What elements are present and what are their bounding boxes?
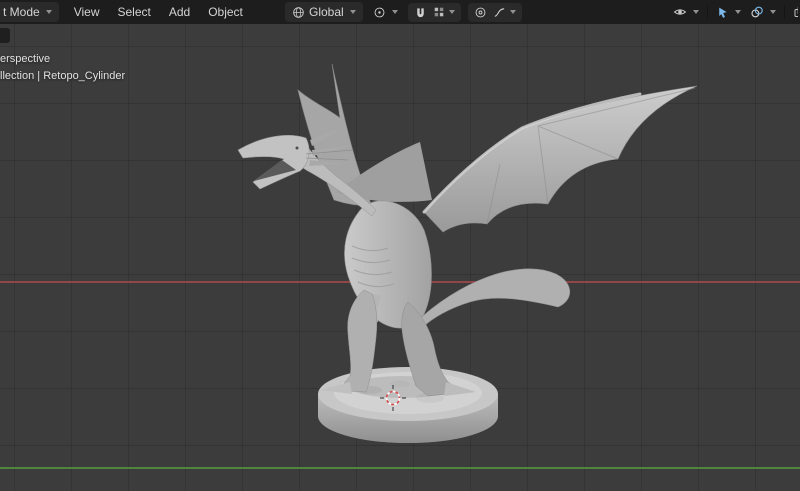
transform-orientation-dropdown[interactable]: Global bbox=[285, 2, 363, 22]
mode-dropdown[interactable]: t Mode bbox=[0, 2, 59, 22]
chevron-down-icon bbox=[735, 10, 741, 14]
pivot-point-icon bbox=[373, 6, 386, 19]
menu-select[interactable]: Select bbox=[108, 2, 159, 22]
dragon-right-wing bbox=[424, 86, 697, 232]
overlays-icon bbox=[750, 5, 764, 19]
header-left-group: t Mode View Select Add Object bbox=[0, 0, 252, 24]
snap-target-icon bbox=[433, 6, 445, 18]
snap-target-dropdown[interactable] bbox=[433, 6, 455, 18]
menu-add[interactable]: Add bbox=[160, 2, 199, 22]
chevron-down-icon bbox=[46, 10, 52, 14]
menu-view[interactable]: View bbox=[65, 2, 109, 22]
divider bbox=[707, 5, 708, 19]
chevron-down-icon bbox=[510, 10, 516, 14]
header-center-group: Global bbox=[285, 0, 522, 24]
menu-object[interactable]: Object bbox=[199, 2, 252, 22]
viewport-header: t Mode View Select Add Object Global bbox=[0, 0, 800, 24]
divider bbox=[784, 5, 785, 19]
dragon-tail bbox=[414, 269, 570, 328]
xray-toggle-icon bbox=[793, 5, 798, 19]
orientation-label: Global bbox=[309, 5, 344, 19]
chevron-down-icon bbox=[693, 10, 699, 14]
dragon-model[interactable] bbox=[238, 64, 697, 396]
pivot-point-dropdown[interactable] bbox=[370, 3, 401, 22]
scene-svg bbox=[0, 24, 800, 491]
proportional-editing-icon bbox=[474, 6, 487, 19]
falloff-curve-icon bbox=[493, 6, 506, 19]
object-visibility-eye-icon bbox=[673, 5, 687, 19]
pedestal-base[interactable] bbox=[318, 367, 498, 443]
chevron-down-icon bbox=[449, 10, 455, 14]
mode-dropdown-label: t Mode bbox=[3, 5, 40, 19]
chevron-down-icon bbox=[770, 10, 776, 14]
gizmo-arrow-icon bbox=[716, 6, 729, 19]
orientation-globe-icon bbox=[292, 6, 305, 19]
snap-toggle[interactable] bbox=[414, 6, 427, 19]
show-gizmos-toggle[interactable] bbox=[713, 3, 744, 22]
proportional-group bbox=[468, 3, 522, 22]
proportional-editing-toggle[interactable] bbox=[474, 6, 487, 19]
header-right-group bbox=[670, 0, 798, 24]
menubar: View Select Add Object bbox=[65, 2, 252, 22]
show-overlays-toggle[interactable] bbox=[747, 2, 779, 22]
falloff-dropdown[interactable] bbox=[493, 6, 516, 19]
snap-group bbox=[408, 3, 461, 22]
chevron-down-icon bbox=[392, 10, 398, 14]
chevron-down-icon bbox=[350, 10, 356, 14]
snap-magnet-icon bbox=[414, 6, 427, 19]
viewport-3d[interactable]: erspective llection | Retopo_Cylinder bbox=[0, 24, 800, 491]
xray-toggle[interactable] bbox=[790, 2, 798, 22]
object-visibility-dropdown[interactable] bbox=[670, 2, 702, 22]
